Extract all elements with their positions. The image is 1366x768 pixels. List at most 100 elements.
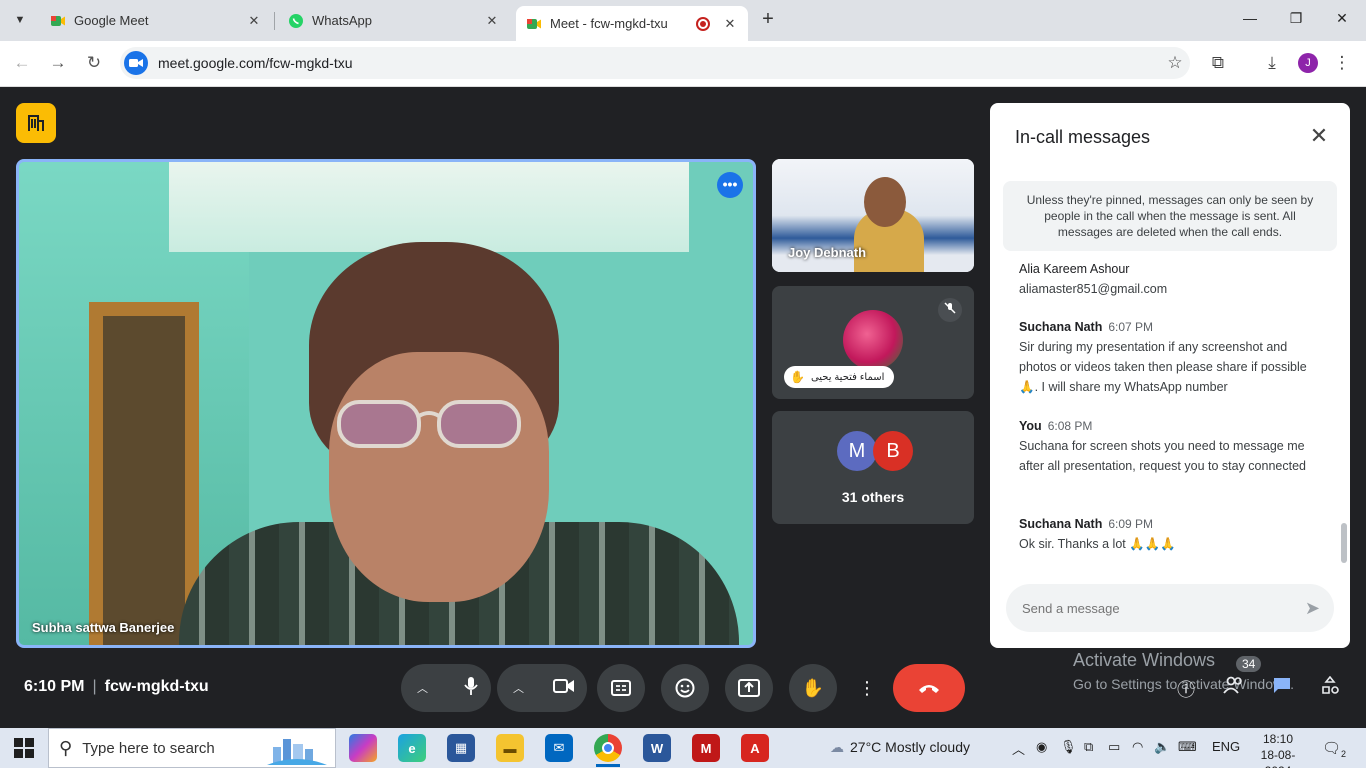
battery-icon[interactable]: ▭ — [1108, 739, 1120, 755]
close-panel-icon[interactable]: ✕ — [1306, 123, 1332, 149]
participant-tile-muted[interactable]: ✋ اسماء فتحية يحيى — [772, 286, 974, 399]
message-text: aliamaster851@gmail.com — [1019, 282, 1168, 296]
more-options-button[interactable]: ⋮ — [855, 664, 879, 712]
microsoft-store-icon[interactable]: ▦ — [447, 734, 475, 762]
participant-head — [864, 177, 906, 227]
file-explorer-icon[interactable]: ▬ — [496, 734, 524, 762]
mic-off-icon — [938, 298, 962, 322]
meeting-info-icon[interactable]: ⓘ — [1173, 676, 1199, 702]
mcafee-icon[interactable]: M — [692, 734, 720, 762]
present-screen-button[interactable] — [725, 664, 773, 712]
participant-tile-joy[interactable]: Joy Debnath — [772, 159, 974, 272]
message-time: 6:07 PM — [1108, 320, 1154, 334]
profile-avatar[interactable]: J — [1298, 53, 1318, 73]
captions-button[interactable] — [597, 664, 645, 712]
minimize-icon[interactable]: — — [1240, 10, 1260, 26]
restore-icon[interactable]: ❐ — [1286, 10, 1306, 27]
audio-options-chevron-icon[interactable]: ︿ — [417, 680, 428, 696]
message-text: Suchana for screen shots you need to mes… — [1019, 439, 1306, 473]
search-icon: ⚲ — [59, 737, 73, 758]
bookmark-star-icon[interactable]: ☆ — [1160, 53, 1190, 73]
meeting-logo-badge[interactable] — [16, 103, 56, 143]
main-speaker-name: Subha sattwa Banerjee — [32, 620, 175, 635]
tab-title: Meet - fcw-mgkd-txu — [550, 16, 668, 31]
acrobat-icon[interactable]: A — [741, 734, 769, 762]
mail-icon[interactable]: ✉ — [545, 734, 573, 762]
screen-share-tray-icon[interactable]: ⧉ — [1084, 739, 1093, 755]
reactions-button[interactable] — [661, 664, 709, 712]
word-icon[interactable]: W — [643, 734, 671, 762]
tab-google-meet[interactable]: Google Meet ✕ — [40, 6, 272, 35]
taskbar-clock[interactable]: 18:10 18-08-2024 — [1252, 731, 1304, 768]
video-options-chevron-icon[interactable]: ︿ — [513, 680, 524, 696]
send-icon[interactable]: ➤ — [1305, 598, 1320, 619]
message-sender: Alia Kareem Ashour — [1019, 262, 1130, 276]
back-arrow-icon[interactable]: ← — [11, 53, 33, 73]
camera-icon[interactable] — [553, 678, 575, 699]
notification-center-icon[interactable]: 🗨2 — [1322, 739, 1346, 759]
participant-tile-others[interactable]: M B 31 others — [772, 411, 974, 524]
edge-browser-icon[interactable]: e — [398, 734, 426, 762]
leave-call-button[interactable] — [893, 664, 965, 712]
raise-hand-button[interactable]: ✋ — [789, 664, 837, 712]
tab-title: Google Meet — [74, 13, 149, 28]
panel-title: In-call messages — [1015, 127, 1151, 147]
tab-whatsapp[interactable]: WhatsApp ✕ — [278, 6, 510, 35]
tab-close-icon[interactable]: ✕ — [484, 13, 500, 29]
microphone-tray-icon[interactable]: 🎙 — [1060, 739, 1077, 755]
avatar: B — [873, 431, 913, 471]
taskbar-search-box[interactable]: ⚲ Type here to search — [48, 728, 336, 768]
tab-close-icon[interactable]: ✕ — [722, 16, 738, 32]
hand-raised-chip: ✋ اسماء فتحية يحيى — [784, 366, 895, 388]
wifi-icon[interactable]: ◠ — [1132, 739, 1143, 755]
raised-hand-icon: ✋ — [790, 370, 805, 384]
extensions-puzzle-icon[interactable]: ⧉ — [1207, 53, 1229, 73]
microphone-control: ︿ — [401, 664, 491, 712]
windows-start-icon[interactable] — [14, 738, 34, 758]
browser-menu-kebab-icon[interactable]: ⋮ — [1331, 53, 1353, 73]
volume-icon[interactable]: 🔈 — [1154, 739, 1170, 755]
reload-icon[interactable]: ↻ — [83, 53, 105, 73]
avatar: M — [837, 431, 877, 471]
tab-search-chevron-icon[interactable]: ▼ — [8, 8, 32, 32]
cloud-icon: ☁ — [830, 739, 844, 755]
window-close-icon[interactable]: ✕ — [1332, 10, 1352, 27]
present-icon — [738, 679, 760, 697]
activities-icon[interactable] — [1317, 675, 1343, 701]
microphone-icon[interactable] — [463, 676, 479, 701]
weather-widget[interactable]: ☁ 27°C Mostly cloudy — [830, 739, 970, 756]
building-icon — [28, 115, 44, 131]
people-icon[interactable] — [1221, 676, 1247, 699]
keyboard-icon[interactable]: ⌨ — [1178, 739, 1197, 755]
chrome-icon[interactable] — [594, 734, 622, 767]
new-tab-plus-icon[interactable]: + — [758, 9, 778, 29]
meet-tray-icon[interactable]: ◉ — [1036, 739, 1047, 755]
browser-toolbar: ← → ↻ meet.google.com/fcw-mgkd-txu ☆ ⧉ ⤓… — [0, 41, 1366, 87]
address-bar[interactable]: meet.google.com/fcw-mgkd-txu ☆ — [120, 47, 1190, 79]
chat-scrollbar[interactable] — [1341, 523, 1347, 563]
language-indicator[interactable]: ENG — [1212, 739, 1240, 754]
participant-name: اسماء فتحية يحيى — [810, 371, 885, 383]
activate-windows-title: Activate Windows — [1073, 650, 1216, 670]
meeting-controls-bar: 6:10 PM | fcw-mgkd-txu ︿ ︿ ✋ ⋮ Activate … — [0, 648, 1366, 728]
forward-arrow-icon[interactable]: → — [47, 53, 69, 73]
message-time: 6:08 PM — [1047, 419, 1093, 433]
site-info-camera-icon[interactable] — [124, 51, 148, 75]
downloads-icon[interactable]: ⤓ — [1261, 53, 1283, 73]
show-hidden-icons-chevron-icon[interactable]: ︿ — [1012, 739, 1025, 758]
main-video-tile[interactable]: ••• Subha sattwa Banerjee — [16, 159, 756, 648]
tab-close-icon[interactable]: ✕ — [246, 13, 262, 29]
tile-more-options-icon[interactable]: ••• — [717, 172, 743, 198]
send-message-input[interactable] — [1022, 600, 1305, 616]
chat-icon[interactable] — [1269, 676, 1295, 699]
message-list[interactable]: Alia Kareem Ashour aliamaster851@gmail.c… — [990, 259, 1350, 571]
tab-meet-active[interactable]: Meet - fcw-mgkd-txu ✕ — [516, 6, 748, 41]
captions-icon — [611, 680, 631, 696]
copilot-icon[interactable] — [349, 734, 377, 762]
url-text[interactable]: meet.google.com/fcw-mgkd-txu — [158, 55, 1160, 71]
weather-text: 27°C Mostly cloudy — [850, 739, 970, 755]
search-highlight-skyline-icon — [267, 739, 327, 765]
message-text: Sir during my presentation if any screen… — [1019, 340, 1307, 394]
meeting-time-code: 6:10 PM | fcw-mgkd-txu — [24, 678, 209, 696]
participants-count-badge: 34 — [1236, 656, 1262, 672]
